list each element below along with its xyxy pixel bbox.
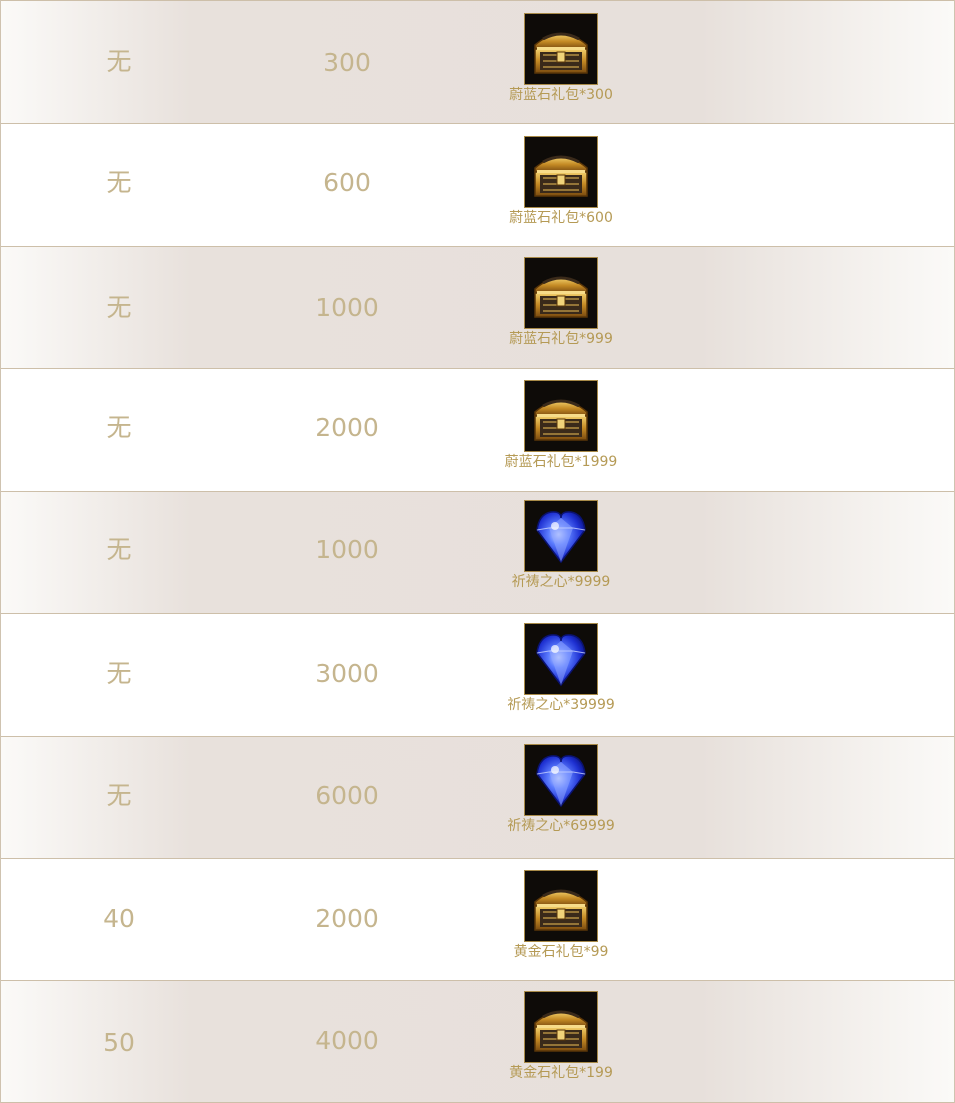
- points-cell: 1000: [315, 293, 379, 322]
- reward-cell: 黄金石礼包*99: [471, 870, 651, 961]
- reward-cell: 蔚蓝石礼包*1999: [471, 380, 651, 471]
- reward-label: 蔚蓝石礼包*1999: [504, 454, 618, 470]
- reward-label: 蔚蓝石礼包*999: [509, 331, 613, 347]
- points-cell: 6000: [315, 781, 379, 810]
- reward-table: 无 300 蔚蓝石礼包*300 无 600 蔚蓝石礼包*600 无 1000 蔚…: [0, 0, 955, 1103]
- level-cell: 无: [106, 535, 132, 564]
- table-row: 无 1000 祈祷之心*9999: [1, 491, 954, 613]
- treasure-chest-icon[interactable]: [524, 136, 598, 208]
- table-row: 无 3000 祈祷之心*39999: [1, 613, 954, 736]
- reward-label: 祈祷之心*69999: [507, 818, 615, 834]
- points-cell: 2000: [315, 413, 379, 442]
- reward-label: 祈祷之心*9999: [511, 574, 611, 590]
- reward-cell: 蔚蓝石礼包*600: [471, 136, 651, 227]
- level-cell: 无: [106, 293, 132, 322]
- blue-gem-icon[interactable]: [524, 623, 598, 695]
- points-cell: 2000: [315, 904, 379, 933]
- level-cell: 无: [106, 659, 132, 688]
- reward-cell: 黄金石礼包*199: [471, 991, 651, 1082]
- reward-label: 黄金石礼包*99: [513, 944, 609, 960]
- points-cell: 1000: [315, 535, 379, 564]
- points-cell: 300: [323, 48, 371, 77]
- points-cell: 4000: [315, 1026, 379, 1055]
- reward-cell: 祈祷之心*69999: [471, 744, 651, 835]
- table-row: 无 1000 蔚蓝石礼包*999: [1, 246, 954, 368]
- level-cell: 无: [106, 781, 132, 810]
- reward-cell: 蔚蓝石礼包*999: [471, 257, 651, 348]
- treasure-chest-icon[interactable]: [524, 13, 598, 85]
- treasure-chest-icon[interactable]: [524, 991, 598, 1063]
- points-cell: 600: [323, 168, 371, 197]
- blue-gem-icon[interactable]: [524, 500, 598, 572]
- level-cell: 无: [106, 47, 132, 76]
- points-cell: 3000: [315, 659, 379, 688]
- reward-label: 祈祷之心*39999: [507, 697, 615, 713]
- reward-cell: 祈祷之心*9999: [471, 500, 651, 591]
- blue-gem-icon[interactable]: [524, 744, 598, 816]
- level-cell: 40: [103, 904, 135, 933]
- table-row: 无 2000 蔚蓝石礼包*1999: [1, 368, 954, 491]
- table-row: 无 6000 祈祷之心*69999: [1, 736, 954, 858]
- level-cell: 50: [103, 1028, 135, 1057]
- table-row: 40 2000 黄金石礼包*99: [1, 858, 954, 980]
- level-cell: 无: [106, 168, 132, 197]
- reward-cell: 祈祷之心*39999: [471, 623, 651, 714]
- table-row: 无 300 蔚蓝石礼包*300: [1, 0, 954, 123]
- treasure-chest-icon[interactable]: [524, 380, 598, 452]
- level-cell: 无: [106, 413, 132, 442]
- reward-label: 蔚蓝石礼包*300: [509, 87, 613, 103]
- table-row: 无 600 蔚蓝石礼包*600: [1, 123, 954, 246]
- reward-label: 蔚蓝石礼包*600: [509, 210, 613, 226]
- treasure-chest-icon[interactable]: [524, 870, 598, 942]
- reward-label: 黄金石礼包*199: [509, 1065, 613, 1081]
- reward-cell: 蔚蓝石礼包*300: [471, 13, 651, 104]
- table-row: 50 4000 黄金石礼包*199: [1, 980, 954, 1103]
- treasure-chest-icon[interactable]: [524, 257, 598, 329]
